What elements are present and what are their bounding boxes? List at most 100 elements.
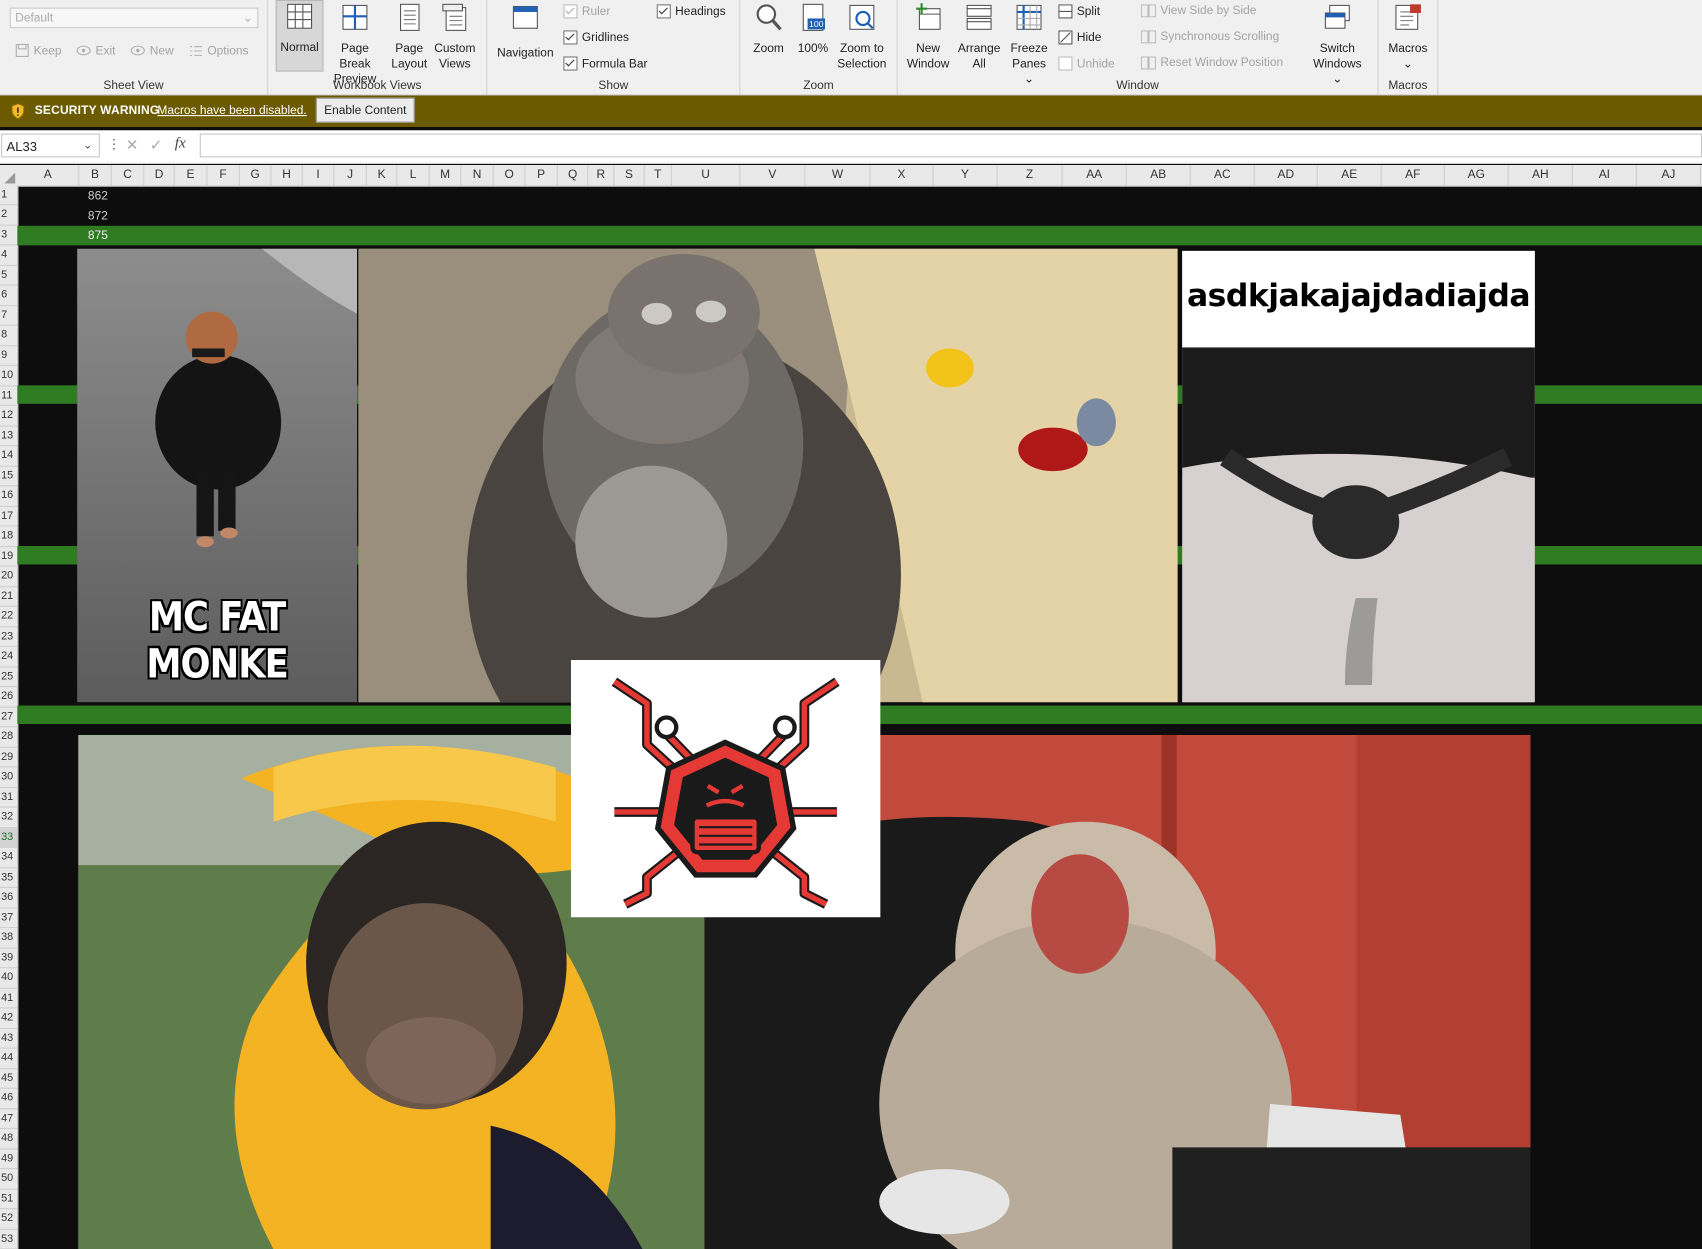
cell-b1[interactable]: 862 (88, 190, 108, 203)
column-header[interactable]: J (334, 164, 367, 186)
headings-checkbox[interactable]: Headings (656, 4, 726, 19)
row-header[interactable]: 18 (0, 527, 18, 547)
column-header[interactable]: D (144, 164, 175, 186)
sheet-view-select[interactable]: Default ⌄ (9, 7, 259, 29)
custom-views-button[interactable]: Custom Views (431, 2, 479, 71)
page-break-preview-button[interactable]: Page Break Preview (325, 2, 386, 87)
column-header[interactable]: U (672, 164, 741, 186)
picture-walking-monkey[interactable]: MC FAT MONKE (77, 248, 358, 703)
column-header[interactable]: AD (1255, 164, 1318, 186)
picture-virus-logo[interactable] (570, 659, 881, 918)
row-header[interactable]: 11 (0, 386, 18, 407)
split-button[interactable]: Split (1058, 4, 1100, 19)
column-header[interactable]: M (430, 164, 462, 186)
row-header[interactable]: 4 (0, 246, 18, 266)
formula-input[interactable] (199, 133, 1702, 158)
row-header[interactable]: 8 (0, 326, 18, 347)
cell-b3[interactable]: 875 (88, 229, 108, 242)
column-header[interactable]: V (740, 164, 806, 186)
normal-view-button[interactable]: Normal (275, 0, 324, 72)
row-header[interactable]: 44 (0, 1049, 18, 1069)
reset-window-position-button[interactable]: Reset Window Position (1140, 56, 1283, 69)
gridlines-checkbox[interactable]: Gridlines (563, 30, 629, 45)
row-header[interactable]: 1 (0, 186, 18, 206)
row-header[interactable]: 31 (0, 788, 18, 808)
picture-caption-monkey[interactable]: asdkjakajajdadiajda (1182, 250, 1535, 703)
row-header[interactable]: 9 (0, 346, 18, 367)
column-header[interactable]: AA (1063, 164, 1127, 186)
column-header[interactable]: AE (1318, 164, 1382, 186)
zoom-to-selection-button[interactable]: Zoom to Selection (834, 2, 890, 71)
row-header[interactable]: 38 (0, 928, 18, 949)
column-header[interactable]: AB (1127, 164, 1191, 186)
row-header[interactable]: 17 (0, 507, 18, 527)
view-side-by-side-button[interactable]: View Side by Side (1140, 4, 1256, 18)
column-header[interactable]: T (645, 164, 672, 186)
column-header[interactable]: Z (998, 164, 1063, 186)
column-header[interactable]: Y (934, 164, 998, 186)
row-header[interactable]: 23 (0, 627, 18, 648)
row-header[interactable]: 48 (0, 1129, 18, 1150)
row-header[interactable]: 20 (0, 567, 18, 588)
new-window-button[interactable]: New Window (904, 2, 952, 71)
macros-disabled-link[interactable]: Macros have been disabled. (157, 104, 306, 117)
row-header[interactable]: 45 (0, 1069, 18, 1089)
row-header[interactable]: 10 (0, 366, 18, 387)
formula-bar-checkbox[interactable]: Formula Bar (563, 56, 648, 71)
column-header[interactable]: N (461, 164, 494, 186)
row-header[interactable]: 50 (0, 1169, 18, 1190)
name-box[interactable]: AL33 ⌄ (1, 133, 100, 158)
column-header[interactable]: A (17, 164, 80, 186)
row-header[interactable]: 47 (0, 1109, 18, 1129)
keep-button[interactable]: Keep (15, 43, 62, 57)
macros-button[interactable]: Macros ⌄ (1383, 2, 1433, 71)
row-header[interactable]: 41 (0, 988, 18, 1009)
row-header[interactable]: 46 (0, 1089, 18, 1109)
select-all-corner[interactable] (0, 164, 18, 186)
row-header[interactable]: 15 (0, 467, 18, 487)
row-header[interactable]: 34 (0, 848, 18, 869)
arrange-all-button[interactable]: Arrange All (954, 2, 1004, 71)
row-header[interactable]: 14 (0, 447, 18, 467)
column-header[interactable]: O (494, 164, 526, 186)
column-header[interactable]: AH (1509, 164, 1573, 186)
page-layout-button[interactable]: Page Layout (388, 2, 431, 71)
new-sheet-view-button[interactable]: New (130, 43, 174, 57)
exit-button[interactable]: Exit (76, 43, 115, 57)
row-header[interactable]: 22 (0, 607, 18, 628)
row-header[interactable]: 30 (0, 768, 18, 788)
row-header[interactable]: 16 (0, 487, 18, 507)
zoom-100-button[interactable]: 100 100% (795, 2, 832, 56)
column-header[interactable]: AF (1382, 164, 1445, 186)
hide-button[interactable]: Hide (1058, 30, 1101, 45)
column-header[interactable]: X (871, 164, 934, 186)
row-header[interactable]: 37 (0, 908, 18, 929)
row-header[interactable]: 42 (0, 1009, 18, 1029)
freeze-panes-button[interactable]: Freeze Panes ⌄ (1006, 2, 1052, 87)
column-header[interactable]: R (588, 164, 615, 186)
zoom-button[interactable]: Zoom (747, 2, 790, 56)
column-header[interactable]: E (175, 164, 208, 186)
row-header[interactable]: 24 (0, 647, 18, 668)
column-header[interactable]: Q (558, 164, 589, 186)
column-header[interactable]: W (805, 164, 871, 186)
row-header[interactable]: 35 (0, 868, 18, 889)
row-header[interactable]: 28 (0, 728, 18, 748)
unhide-button[interactable]: Unhide (1058, 56, 1115, 71)
column-header[interactable]: I (303, 164, 335, 186)
options-button[interactable]: Options (189, 43, 248, 57)
column-header[interactable]: F (207, 164, 240, 186)
row-header[interactable]: 7 (0, 306, 18, 327)
column-header[interactable]: K (367, 164, 398, 186)
column-header[interactable]: G (240, 164, 272, 186)
cancel-icon[interactable]: ✕ (126, 136, 139, 154)
row-header[interactable]: 43 (0, 1029, 18, 1049)
column-header[interactable]: C (112, 164, 145, 186)
row-header[interactable]: 49 (0, 1149, 18, 1170)
row-header[interactable]: 6 (0, 286, 18, 307)
row-header[interactable]: 32 (0, 808, 18, 828)
row-header[interactable]: 12 (0, 406, 18, 427)
row-header[interactable]: 51 (0, 1189, 18, 1210)
cell-b2[interactable]: 872 (88, 210, 108, 223)
row-header[interactable]: 33 (0, 827, 18, 848)
